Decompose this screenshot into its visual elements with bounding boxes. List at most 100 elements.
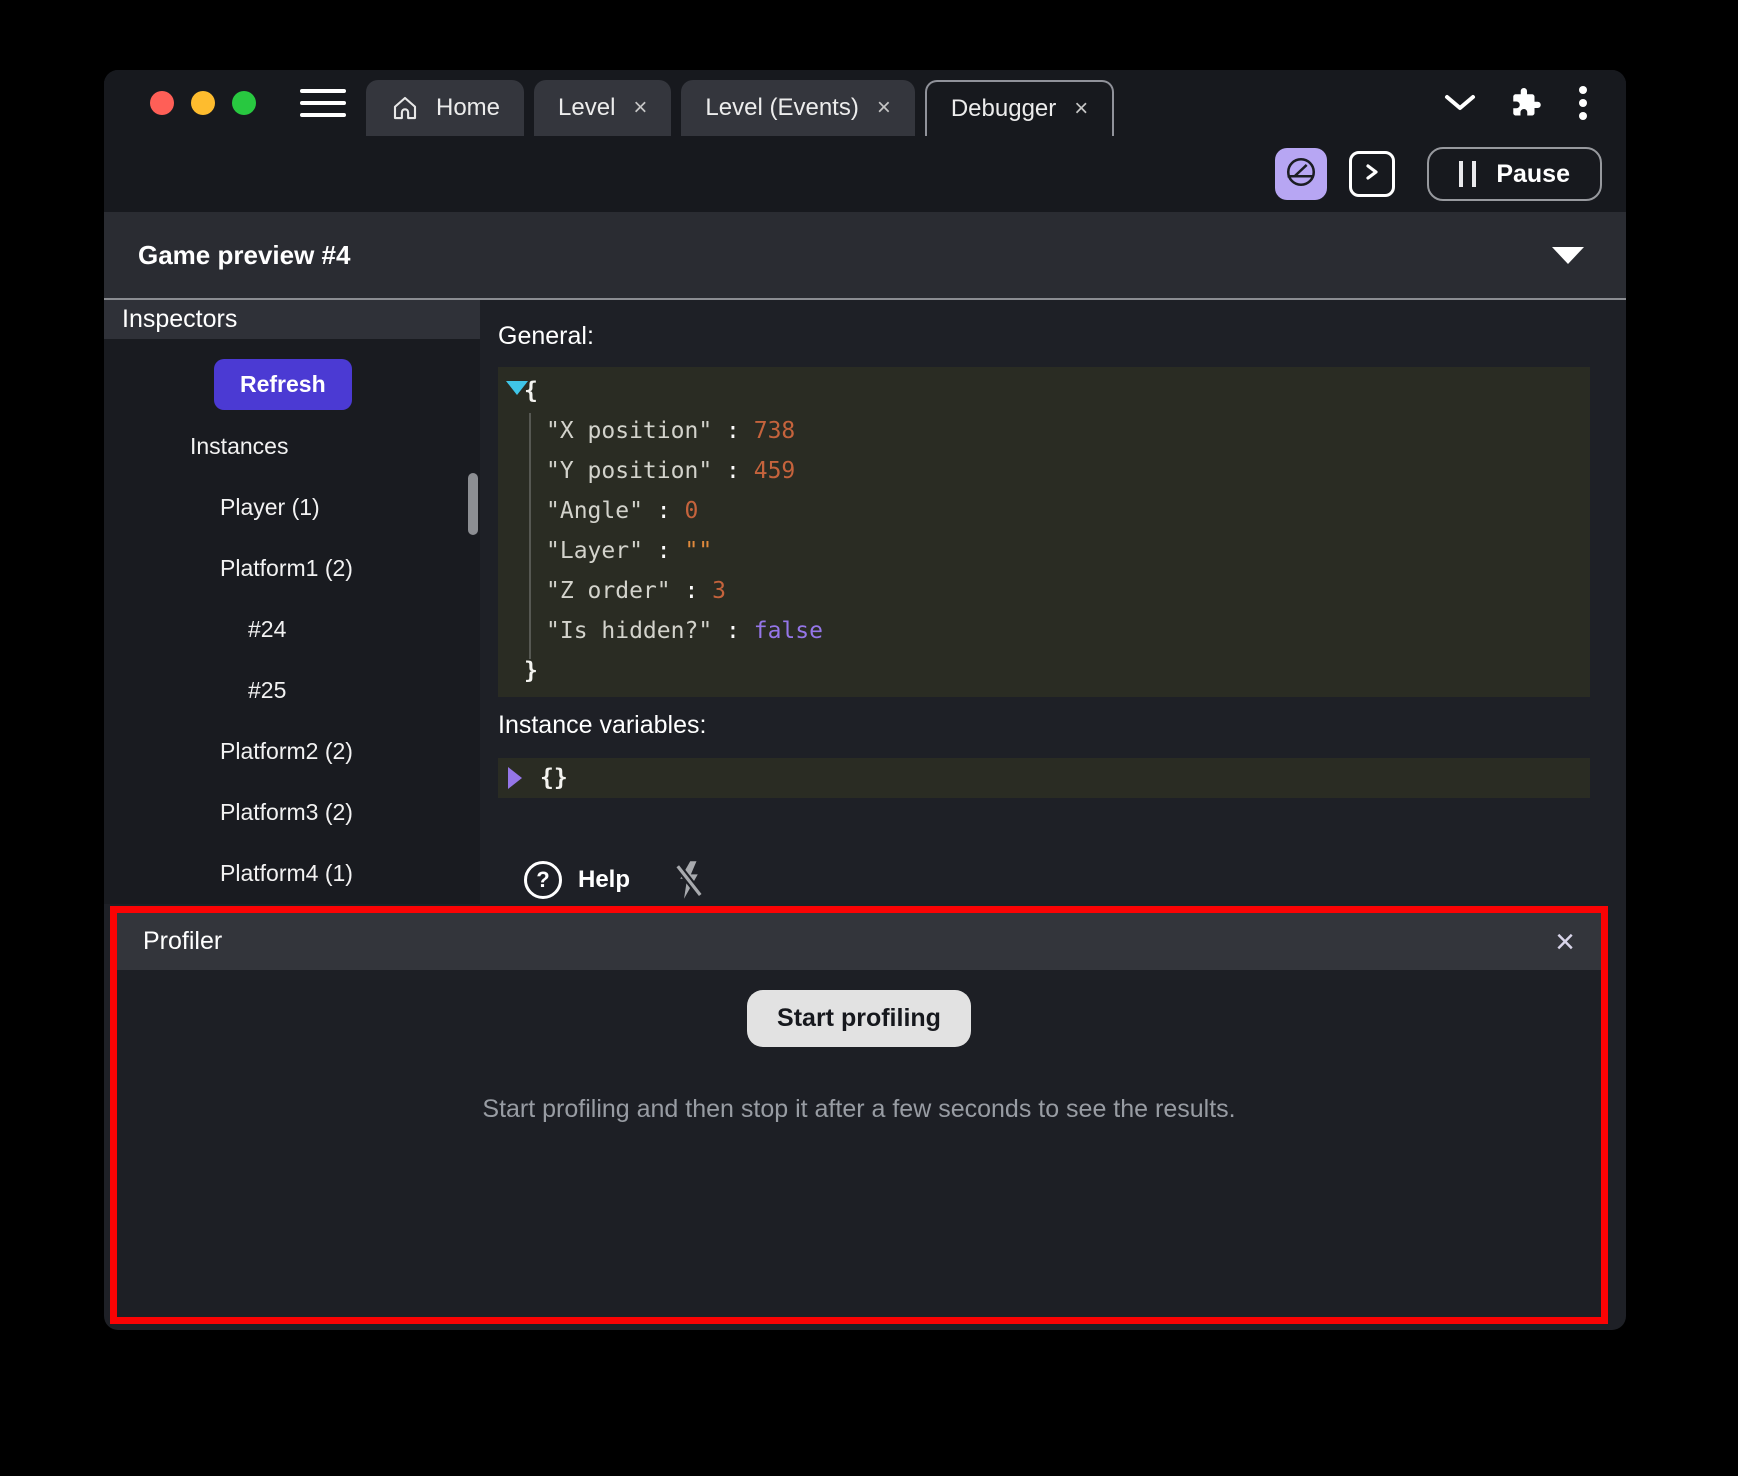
profiler-body: Start profiling Start profiling and then…: [117, 970, 1601, 1124]
inspector-tree-item-label: #25: [248, 677, 286, 704]
tree-property-row: "X position" : 738: [498, 411, 1590, 451]
help-row: ? Help: [498, 860, 1626, 900]
inspector-tree-item-label: #24: [248, 616, 286, 643]
tab-label: Home: [436, 94, 500, 122]
tree-guide-line: [529, 413, 531, 659]
inspector-tree-item-label: Platform3 (2): [220, 799, 353, 826]
tree-property-row: "Angle" : 0: [498, 491, 1590, 531]
sidebar-scrollbar-thumb[interactable]: [468, 473, 478, 535]
property-key: "Angle": [546, 498, 643, 524]
property-key: "Layer": [546, 538, 643, 564]
inspector-tree-item[interactable]: Platform4 (1): [104, 843, 480, 904]
profiler-toggle-button[interactable]: [1275, 148, 1327, 200]
extensions-icon[interactable]: [1512, 88, 1542, 118]
tab-close-icon[interactable]: ×: [877, 94, 891, 122]
profiler-gauge-icon: [1284, 155, 1318, 194]
tree-property-row: "Y position" : 459: [498, 451, 1590, 491]
refresh-button[interactable]: Refresh: [214, 359, 352, 410]
property-key: "Z order": [546, 578, 671, 604]
instance-variables-tree: {}: [498, 758, 1590, 798]
inspector-tree-item[interactable]: Platform3 (2): [104, 782, 480, 843]
property-value: 459: [754, 458, 796, 484]
property-separator: :: [671, 578, 713, 604]
sidebar-header: Inspectors: [104, 300, 480, 339]
game-preview-label: Game preview #4: [138, 240, 350, 271]
general-json-tree: {"X position" : 738"Y position" : 459"An…: [498, 367, 1590, 697]
property-key: "X position": [546, 418, 712, 444]
property-separator: :: [643, 498, 685, 524]
tab-close-icon[interactable]: ×: [633, 94, 647, 122]
inspector-tree-item-label: Platform4 (1): [220, 860, 353, 887]
property-separator: :: [643, 538, 685, 564]
chevron-down-icon[interactable]: [1444, 94, 1476, 112]
debugger-content: Inspectors Refresh Instances Player (1) Pl…: [104, 300, 1626, 904]
property-value: 0: [684, 498, 698, 524]
tree-property-row: "Z order" : 3: [498, 571, 1590, 611]
property-separator: :: [712, 418, 754, 444]
property-value: "": [684, 538, 712, 564]
property-separator: :: [712, 458, 754, 484]
inspector-panel: General: {"X position" : 738"Y position"…: [480, 300, 1626, 904]
profiler-header: Profiler ×: [117, 913, 1601, 970]
tree-property-row: "Is hidden?" : false: [498, 611, 1590, 651]
inspector-tree-item[interactable]: Instances: [104, 416, 480, 477]
minimize-button[interactable]: [191, 91, 215, 115]
property-key: "Is hidden?": [546, 618, 712, 644]
close-button[interactable]: [150, 91, 174, 115]
inspector-tree-item-label: Platform2 (2): [220, 738, 353, 765]
desktop-background: Home Level × Level (Events) × Debugger ×: [0, 0, 1738, 1476]
inspector-tree-item-label: Player (1): [220, 494, 320, 521]
property-value: 3: [712, 578, 726, 604]
traffic-lights: [104, 91, 300, 115]
collapsed-arrow-icon[interactable]: [508, 767, 522, 789]
profiler-hint-text: Start profiling and then stop it after a…: [482, 1095, 1235, 1124]
flash-off-icon[interactable]: [674, 860, 704, 900]
inspector-tree-item-label: Platform1 (2): [220, 555, 353, 582]
tab-label: Level (Events): [705, 94, 858, 122]
help-link[interactable]: Help: [578, 866, 630, 894]
inspector-tree: Instances Player (1) Platform1 (2) #24 #25 Pl…: [104, 416, 480, 904]
inspector-tree-item[interactable]: #25: [104, 660, 480, 721]
help-icon[interactable]: ?: [524, 861, 562, 899]
tab-home[interactable]: Home: [366, 80, 524, 136]
hamburger-menu-icon[interactable]: [300, 89, 346, 117]
sidebar-body: Refresh Instances Player (1) Platform1 (2)…: [104, 339, 480, 904]
inspector-tree-item[interactable]: Platform1 (2): [104, 538, 480, 599]
close-icon[interactable]: ×: [1555, 925, 1575, 959]
home-icon: [390, 93, 420, 123]
general-section-label: General:: [498, 322, 1626, 351]
app-window: Home Level × Level (Events) × Debugger ×: [104, 70, 1626, 1330]
titlebar: Home Level × Level (Events) × Debugger ×: [104, 70, 1626, 136]
property-separator: :: [712, 618, 754, 644]
pause-icon: [1459, 161, 1476, 187]
inspector-tree-item[interactable]: Platform2 (2): [104, 721, 480, 782]
pause-button-label: Pause: [1496, 160, 1570, 189]
profiler-title: Profiler: [143, 927, 222, 956]
inspector-tree-item-label: Instances: [190, 433, 288, 460]
console-button[interactable]: [1349, 151, 1395, 197]
console-icon: [1364, 163, 1380, 186]
tab-level[interactable]: Level ×: [534, 80, 671, 136]
tab-level-events[interactable]: Level (Events) ×: [681, 80, 914, 136]
tree-open-brace: {: [498, 371, 1590, 411]
kebab-menu-icon[interactable]: [1578, 85, 1588, 121]
expanded-arrow-icon[interactable]: [506, 381, 528, 395]
tab-debugger[interactable]: Debugger ×: [925, 80, 1114, 136]
property-value: false: [754, 618, 823, 644]
inspector-tree-item[interactable]: #24: [104, 599, 480, 660]
zoom-button[interactable]: [232, 91, 256, 115]
inspector-tree-item[interactable]: Player (1): [104, 477, 480, 538]
dropdown-caret-icon[interactable]: [1552, 247, 1584, 264]
tab-close-icon[interactable]: ×: [1074, 95, 1088, 123]
game-preview-selector[interactable]: Game preview #4: [104, 212, 1626, 300]
tab-bar: Home Level × Level (Events) × Debugger ×: [366, 80, 1114, 136]
tab-label: Level: [558, 94, 615, 122]
property-key: "Y position": [546, 458, 712, 484]
instance-variables-label: Instance variables:: [498, 711, 1626, 740]
debugger-toolbar: Pause: [104, 136, 1626, 212]
tree-close-brace: }: [498, 651, 1590, 691]
property-value: 738: [754, 418, 796, 444]
start-profiling-button[interactable]: Start profiling: [747, 990, 971, 1047]
pause-button[interactable]: Pause: [1427, 147, 1602, 201]
tab-label: Debugger: [951, 95, 1056, 123]
